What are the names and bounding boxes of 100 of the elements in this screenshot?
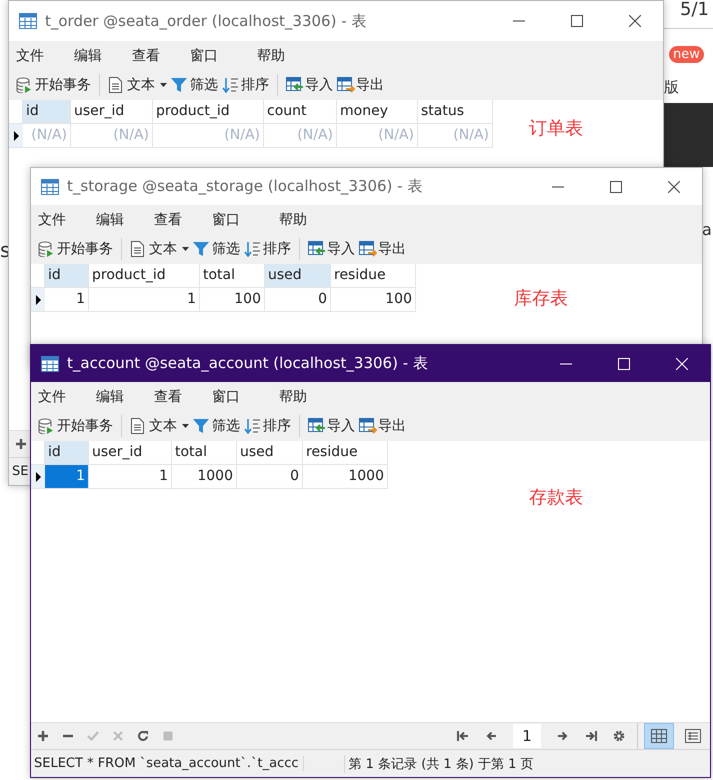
toolbar-button[interactable]: 筛选 — [191, 413, 242, 439]
caret-icon — [182, 424, 189, 428]
toolbar-button[interactable]: 排序 — [220, 72, 271, 98]
column-header[interactable]: id — [23, 100, 71, 124]
next-icon[interactable] — [557, 730, 569, 742]
settings-icon[interactable] — [613, 730, 625, 742]
toolbar-button[interactable]: 开始事务 — [36, 413, 115, 439]
menu-item[interactable]: 文件 — [37, 388, 67, 406]
date-text: 5/1 — [680, 0, 709, 20]
column-header[interactable]: product_id — [153, 100, 264, 124]
annotation-text: 库存表 — [514, 287, 568, 310]
toolbar-button[interactable]: 开始事务 — [36, 236, 115, 262]
window-title: t_storage @seata_storage (localhost_3306) - 表 — [67, 177, 424, 196]
grid-icon — [651, 729, 667, 743]
column-header[interactable]: user_id — [89, 441, 172, 465]
column-header[interactable]: id — [45, 441, 89, 465]
window-title: t_account @seata_account (localhost_3306) - 表 — [67, 354, 429, 373]
toolbar-button[interactable]: 筛选 — [169, 72, 220, 98]
menu-item[interactable]: 查看 — [131, 46, 161, 64]
column-header[interactable]: id — [45, 264, 89, 288]
toolbar-button[interactable]: 导入 — [306, 413, 357, 439]
column-header[interactable]: used — [237, 441, 303, 465]
text-fragment: a — [702, 220, 712, 239]
table-cell[interactable]: 100 — [331, 288, 416, 312]
first-page-icon[interactable] — [457, 730, 469, 742]
column-header[interactable]: total — [172, 441, 237, 465]
menu-item[interactable]: 编辑 — [95, 388, 125, 406]
row-pointer-icon — [36, 294, 40, 304]
menu-item[interactable]: 查看 — [153, 210, 183, 228]
sort-arrow-icon — [222, 77, 240, 93]
toolbar-button[interactable]: 导入 — [306, 236, 357, 262]
close-icon[interactable] — [668, 180, 680, 192]
column-header[interactable]: product_id — [89, 264, 200, 288]
toolbar-button[interactable]: 排序 — [242, 413, 293, 439]
table-icon — [41, 178, 59, 194]
page-number-field[interactable]: 1 — [513, 724, 541, 748]
toolbar-button[interactable]: 筛选 — [191, 236, 242, 262]
dark-panel — [663, 103, 713, 167]
table-cell[interactable]: 1 — [89, 288, 200, 312]
column-header[interactable]: total — [200, 264, 265, 288]
toolbar-button[interactable]: 导出 — [335, 72, 386, 98]
column-header[interactable]: used — [265, 264, 331, 288]
table-cell[interactable]: 0 — [265, 288, 331, 312]
window-title: t_order @seata_order (localhost_3306) - 表 — [45, 12, 368, 30]
menu-item[interactable]: 窗口 — [189, 46, 219, 64]
toolbar-button[interactable]: 排序 — [242, 236, 293, 262]
menu-item[interactable]: 编辑 — [95, 210, 125, 228]
close-icon[interactable] — [629, 15, 641, 27]
table-cell[interactable]: 100 — [200, 288, 265, 312]
sort-arrow-icon — [244, 241, 262, 257]
toolbar-button[interactable]: 开始事务 — [14, 72, 93, 98]
table-cell[interactable]: 1 — [89, 465, 172, 489]
column-header[interactable]: count — [264, 100, 337, 124]
toolbar-button[interactable]: 文本 — [106, 72, 169, 98]
funnel-icon — [193, 241, 211, 257]
last-page-icon[interactable] — [585, 730, 597, 742]
table-cell[interactable]: 0 — [237, 465, 303, 489]
maximize-icon[interactable] — [610, 180, 622, 192]
menu-item[interactable]: 帮助 — [278, 388, 308, 406]
annotation-text: 存款表 — [529, 486, 583, 509]
table-icon — [19, 13, 37, 29]
list-icon — [685, 729, 701, 743]
menu-item[interactable]: 窗口 — [211, 388, 241, 406]
refresh-icon[interactable] — [137, 730, 149, 742]
column-header[interactable]: status — [418, 100, 493, 124]
new-badge: new — [669, 46, 704, 63]
annotation-text: 订单表 — [529, 117, 583, 140]
toolbar-button[interactable]: 导出 — [357, 413, 408, 439]
sort-arrow-icon — [244, 418, 262, 434]
grid-view-button[interactable] — [644, 723, 674, 749]
row-pointer-icon — [36, 472, 40, 482]
plus-icon[interactable] — [37, 730, 49, 742]
toolbar-button[interactable]: 文本 — [128, 236, 191, 262]
table-cell[interactable]: 1000 — [303, 465, 388, 489]
menu-item[interactable]: 查看 — [153, 388, 183, 406]
menu-item[interactable]: 帮助 — [278, 210, 308, 228]
toolbar-button[interactable]: 导出 — [357, 236, 408, 262]
table-cell[interactable]: 1000 — [172, 465, 237, 489]
funnel-icon — [193, 418, 211, 434]
toolbar-button[interactable]: 文本 — [128, 413, 191, 439]
column-header[interactable]: money — [337, 100, 418, 124]
menu-item[interactable]: 文件 — [37, 210, 67, 228]
column-header[interactable]: user_id — [71, 100, 153, 124]
status-text: SELECT * FROM `seata_account`.`t_accc — [31, 756, 304, 771]
table-cell[interactable]: 1 — [45, 288, 89, 312]
status-text: 第 1 条记录 (共 1 条) 于第 1 页 — [344, 754, 534, 772]
column-header[interactable]: residue — [331, 264, 416, 288]
plus-icon[interactable] — [15, 438, 27, 450]
table-cell[interactable]: 1 — [45, 465, 89, 489]
menu-item[interactable]: 窗口 — [211, 210, 241, 228]
previous-icon[interactable] — [485, 730, 497, 742]
column-header[interactable]: residue — [303, 441, 388, 465]
menu-item[interactable]: 文件 — [15, 46, 45, 64]
maximize-icon[interactable] — [571, 15, 583, 27]
text-fragment: 版 — [664, 78, 679, 97]
menu-item[interactable]: 帮助 — [256, 46, 286, 64]
caret-icon — [182, 247, 189, 251]
menu-item[interactable]: 编辑 — [73, 46, 103, 64]
funnel-icon — [171, 77, 189, 93]
toolbar-button[interactable]: 导入 — [284, 72, 335, 98]
